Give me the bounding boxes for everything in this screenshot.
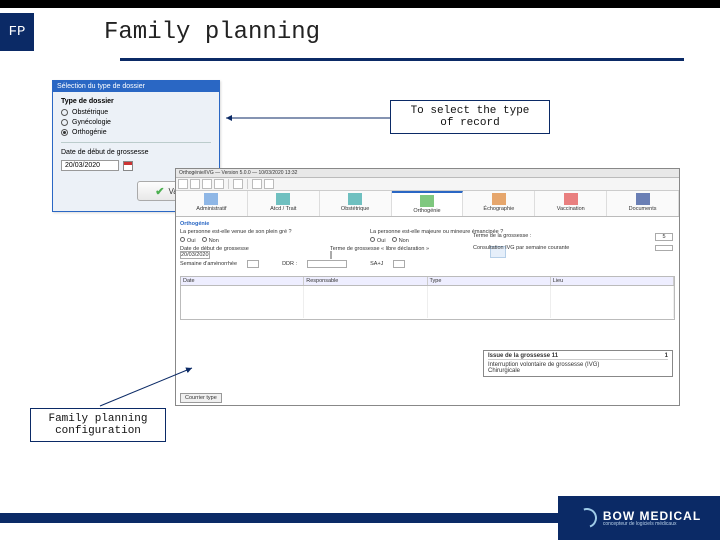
group-label: Type de dossier — [61, 98, 211, 105]
issue-title: Issue de la grossesse 11 — [488, 353, 558, 359]
tab-label: Échographie — [483, 206, 514, 212]
header-rule — [120, 58, 684, 61]
dg-field[interactable]: 20/03/2020 — [180, 251, 210, 259]
toolbar-sc-icon[interactable] — [264, 179, 274, 189]
sa-label: SA+J — [370, 261, 383, 267]
tab-icon — [636, 193, 650, 205]
slide-footer: BOW MEDICAL concepteur de logiciels médi… — [0, 496, 720, 540]
calendar-icon[interactable] — [123, 161, 133, 171]
option-label: Orthogénie — [72, 129, 107, 136]
issue-panel: Issue de la grossesse 11 1 Interruption … — [483, 350, 673, 377]
courrier-type-button[interactable]: Courrier type — [180, 393, 222, 403]
toolbar-import-icon[interactable] — [202, 179, 212, 189]
opt-yes: Oui — [377, 238, 386, 244]
sem-stepper[interactable] — [247, 260, 259, 268]
q1-label: La personne est-elle venue de son plein … — [180, 229, 360, 235]
radio-icon — [61, 119, 68, 126]
toolbar-refresh-icon[interactable] — [233, 179, 243, 189]
sem-label: Semaine d'aménorrhée — [180, 261, 237, 267]
radio-icon — [61, 109, 68, 116]
tab-icon — [420, 195, 434, 207]
opt-no: Non — [399, 238, 409, 244]
terme-value[interactable]: 5 — [655, 233, 673, 241]
toolbar-sep — [247, 179, 248, 189]
opt-yes: Oui — [187, 238, 196, 244]
toolbar-bmi-icon[interactable] — [252, 179, 262, 189]
toolbar-sep — [228, 179, 229, 189]
section-header: Orthogénie — [180, 221, 675, 227]
logo-mark-icon — [577, 508, 597, 528]
app-body: Orthogénie La personne est-elle venue de… — [176, 217, 679, 322]
terme-label: Terme de la grossesse : — [473, 233, 531, 241]
consult-label: Consultation IVG par semaine courante — [473, 245, 569, 251]
fp-chip: FP — [0, 13, 34, 51]
tab-label: Administratif — [196, 206, 226, 212]
right-column: Terme de la grossesse : 5 Consultation IV… — [473, 233, 673, 255]
tab-icon — [348, 193, 362, 205]
option-gynecologie[interactable]: Gynécologie — [61, 119, 211, 126]
date-field[interactable]: 20/03/2020 — [61, 160, 119, 171]
footer-bar — [0, 513, 558, 523]
tab-orthogenie[interactable]: Orthogénie — [392, 191, 464, 216]
radio-icon[interactable] — [202, 237, 207, 242]
toolbar-export-icon[interactable] — [214, 179, 224, 189]
tab-label: Orthogénie — [413, 208, 440, 214]
separator — [61, 142, 211, 143]
radio-icon[interactable] — [392, 237, 397, 242]
term-stepper[interactable] — [330, 251, 332, 259]
tab-icon — [564, 193, 578, 205]
tab-label: Obstétrique — [341, 206, 369, 212]
radio-icon[interactable] — [180, 237, 185, 242]
issue-line2: Chirurgicale — [488, 368, 668, 374]
slide-header: FP Family planning — [0, 8, 720, 56]
visits-grid[interactable]: Date Responsable Type Lieu — [180, 276, 675, 320]
consult-value[interactable] — [655, 245, 673, 251]
app-window: Orthogénie/IVG — Version 5.0.0 — 10/03/2… — [175, 168, 680, 406]
tab-obstetrique[interactable]: Obstétrique — [320, 191, 392, 216]
tabstrip: Administratif Atcd / Trait Obstétrique O… — [176, 191, 679, 217]
col-type: Type — [428, 277, 551, 285]
check-icon: ✔ — [155, 185, 164, 198]
app-toolbar — [176, 178, 679, 191]
footer-logo: BOW MEDICAL concepteur de logiciels médi… — [558, 496, 720, 540]
issue-num: 1 — [665, 353, 668, 359]
tab-label: Atcd / Trait — [270, 206, 296, 212]
annotation-select-type: To select the type of record — [390, 100, 550, 134]
option-obstetrique[interactable]: Obstétrique — [61, 109, 211, 116]
app-titlebar: Orthogénie/IVG — Version 5.0.0 — 10/03/2… — [176, 169, 679, 178]
tab-label: Vaccination — [557, 206, 585, 212]
page-title: Family planning — [104, 19, 320, 46]
tab-icon — [204, 193, 218, 205]
col-resp: Responsable — [304, 277, 427, 285]
tab-icon — [492, 193, 506, 205]
option-orthogenie[interactable]: Orthogénie — [61, 129, 211, 136]
radio-icon — [61, 129, 68, 136]
col-date: Date — [181, 277, 304, 285]
tab-echographie[interactable]: Échographie — [463, 191, 535, 216]
tab-documents[interactable]: Documents — [607, 191, 679, 216]
tab-vaccination[interactable]: Vaccination — [535, 191, 607, 216]
sa-stepper[interactable] — [393, 260, 405, 268]
tab-icon — [276, 193, 290, 205]
tab-administratif[interactable]: Administratif — [176, 191, 248, 216]
toolbar-print-icon[interactable] — [190, 179, 200, 189]
top-black-bar — [0, 0, 720, 8]
tab-label: Documents — [629, 206, 657, 212]
opt-no: Non — [209, 238, 219, 244]
ddr-label: DDR : — [282, 261, 297, 267]
option-label: Obstétrique — [72, 109, 108, 116]
dialog-titlebar: Sélection du type de dossier — [53, 81, 219, 92]
toolbar-home-icon[interactable] — [178, 179, 188, 189]
logo-brand: BOW MEDICAL — [603, 510, 701, 522]
annotation-fp-config: Family planning configuration — [30, 408, 166, 442]
ddr-field[interactable] — [307, 260, 347, 268]
option-label: Gynécologie — [72, 119, 111, 126]
radio-icon[interactable] — [370, 237, 375, 242]
tab-atcd[interactable]: Atcd / Trait — [248, 191, 320, 216]
app-footer: Courrier type — [180, 393, 222, 403]
col-lieu: Lieu — [551, 277, 674, 285]
term-label: Terme de grossesse « libre déclaration » — [330, 246, 429, 252]
date-label: Date de début de grossesse — [61, 149, 211, 156]
